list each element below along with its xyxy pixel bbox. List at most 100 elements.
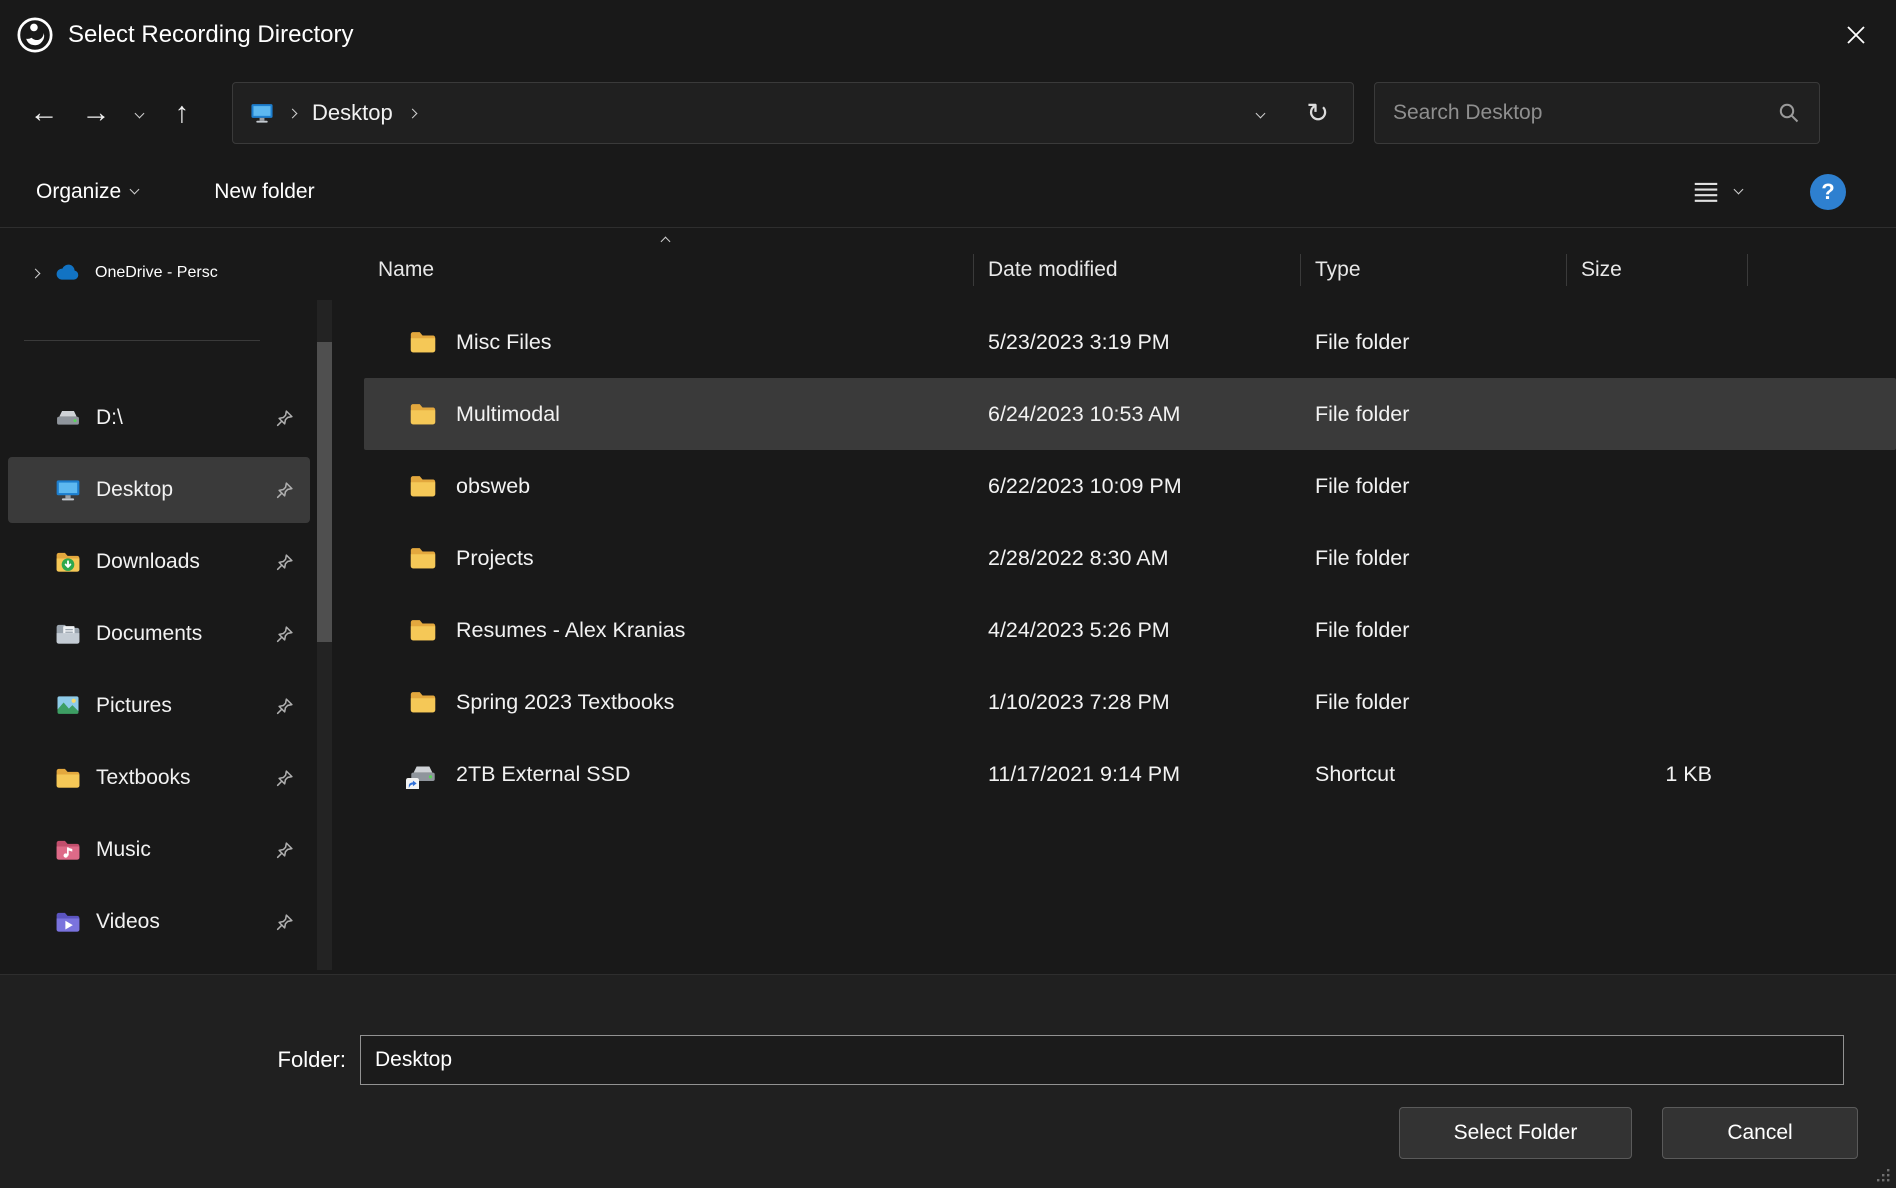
close-icon [1844, 23, 1868, 47]
sidebar-item-d-drive[interactable]: D:\ [8, 385, 310, 451]
documents-icon [54, 620, 82, 648]
sidebar-item-music[interactable]: Music [8, 817, 310, 883]
folder-name-input[interactable] [360, 1035, 1844, 1085]
pin-icon [274, 767, 296, 789]
scrollbar-thumb[interactable] [317, 342, 332, 642]
column-header-date[interactable]: Date modified [974, 242, 1301, 298]
sidebar-item-pictures[interactable]: Pictures [8, 673, 310, 739]
folder-field-row: Folder: [0, 1035, 1896, 1085]
file-name: obsweb [456, 474, 530, 499]
select-folder-button[interactable]: Select Folder [1399, 1107, 1632, 1159]
breadcrumb-chevron-icon[interactable] [285, 110, 300, 117]
folder-icon [408, 543, 438, 573]
pin-icon [274, 623, 296, 645]
up-button[interactable]: ↑ [156, 85, 208, 141]
file-size: 1 KB [1567, 762, 1738, 787]
obs-logo-icon [16, 16, 54, 54]
folder-icon [408, 471, 438, 501]
desktop-icon [54, 476, 82, 504]
organize-label: Organize [36, 180, 121, 204]
sidebar-item-desktop[interactable]: Desktop [8, 457, 310, 523]
column-header-size[interactable]: Size [1567, 242, 1748, 298]
breadcrumb-location[interactable]: Desktop [300, 100, 405, 126]
column-header-name[interactable]: Name [364, 242, 974, 298]
organize-menu-button[interactable]: Organize [22, 170, 152, 214]
folder-icon [54, 764, 82, 792]
sidebar-item-downloads[interactable]: Downloads [8, 529, 310, 595]
sidebar-item-videos[interactable]: Videos [8, 889, 310, 955]
search-box[interactable] [1374, 82, 1820, 144]
folder-icon [408, 399, 438, 429]
file-date: 1/10/2023 7:28 PM [974, 690, 1301, 715]
sidebar-item-textbooks[interactable]: Textbooks [8, 745, 310, 811]
file-name: Spring 2023 Textbooks [456, 690, 674, 715]
file-name: Resumes - Alex Kranias [456, 618, 685, 643]
file-row[interactable]: Spring 2023 Textbooks 1/10/2023 7:28 PM … [364, 666, 1896, 738]
file-type: Shortcut [1301, 762, 1567, 787]
forward-icon: → [82, 97, 111, 130]
address-dropdown-icon[interactable] [1256, 108, 1266, 118]
chevron-down-icon [130, 185, 140, 195]
file-name: Multimodal [456, 402, 560, 427]
pin-icon [274, 839, 296, 861]
search-icon [1777, 101, 1801, 125]
column-headers: Name Date modified Type Size [364, 242, 1896, 298]
column-header-type[interactable]: Type [1301, 242, 1567, 298]
close-button[interactable] [1816, 0, 1896, 70]
sidebar-scrollbar[interactable] [317, 300, 332, 970]
sidebar-item-label: Music [96, 838, 151, 862]
forward-button[interactable]: → [70, 85, 122, 141]
new-folder-button[interactable]: New folder [200, 170, 328, 214]
file-row[interactable]: Resumes - Alex Kranias 4/24/2023 5:26 PM… [364, 594, 1896, 666]
details-view-icon [1691, 177, 1721, 207]
expand-chevron-icon[interactable] [31, 268, 41, 278]
window-title: Select Recording Directory [68, 21, 353, 49]
drive-icon [54, 404, 82, 432]
file-date: 5/23/2023 3:19 PM [974, 330, 1301, 355]
file-row[interactable]: Misc Files 5/23/2023 3:19 PM File folder [364, 306, 1896, 378]
sidebar-item-label: Videos [96, 910, 160, 934]
file-type: File folder [1301, 618, 1567, 643]
file-type: File folder [1301, 690, 1567, 715]
dialog-body: OneDrive - Persc D:\ [0, 228, 1896, 974]
breadcrumb-chevron-icon[interactable] [405, 110, 420, 117]
file-row[interactable]: 2TB External SSD 11/17/2021 9:14 PM Shor… [364, 738, 1896, 810]
onedrive-cloud-icon [53, 259, 81, 287]
dialog-footer: Folder: Select Folder Cancel [0, 974, 1896, 1188]
file-date: 6/24/2023 10:53 AM [974, 402, 1301, 427]
file-row[interactable]: obsweb 6/22/2023 10:09 PM File folder [364, 450, 1896, 522]
file-rows: Misc Files 5/23/2023 3:19 PM File folder… [364, 306, 1896, 810]
file-type: File folder [1301, 474, 1567, 499]
back-icon: ← [30, 97, 59, 130]
change-view-button[interactable] [1681, 169, 1752, 215]
file-row-selected[interactable]: Multimodal 6/24/2023 10:53 AM File folde… [364, 378, 1896, 450]
resize-grip[interactable] [1875, 1167, 1891, 1183]
sidebar-item-onedrive[interactable]: OneDrive - Persc [8, 242, 310, 304]
address-bar[interactable]: Desktop ↻ [232, 82, 1354, 144]
pin-icon [274, 551, 296, 573]
dialog-buttons: Select Folder Cancel [0, 1107, 1896, 1159]
sidebar-item-label: Pictures [96, 694, 172, 718]
cancel-button[interactable]: Cancel [1662, 1107, 1858, 1159]
refresh-button[interactable]: ↻ [1306, 100, 1329, 127]
pin-icon [274, 407, 296, 429]
file-name: Projects [456, 546, 534, 571]
back-button[interactable]: ← [18, 85, 70, 141]
file-date: 11/17/2021 9:14 PM [974, 762, 1301, 787]
new-folder-label: New folder [214, 180, 314, 204]
toolbar-right-group: ? [1681, 169, 1874, 215]
recent-locations-button[interactable] [122, 85, 156, 141]
file-dialog-window: Select Recording Directory ← → ↑ Desktop [0, 0, 1896, 1188]
desktop-location-icon [249, 100, 275, 126]
folder-field-label: Folder: [0, 1047, 360, 1073]
sidebar-divider [24, 340, 260, 341]
help-button[interactable]: ? [1810, 174, 1846, 210]
downloads-icon [54, 548, 82, 576]
sidebar-item-documents[interactable]: Documents [8, 601, 310, 667]
file-name: Misc Files [456, 330, 552, 355]
chevron-down-icon [1734, 185, 1744, 195]
file-row[interactable]: Projects 2/28/2022 8:30 AM File folder [364, 522, 1896, 594]
up-icon: ↑ [175, 97, 190, 130]
search-input[interactable] [1393, 101, 1777, 125]
pin-icon [274, 479, 296, 501]
